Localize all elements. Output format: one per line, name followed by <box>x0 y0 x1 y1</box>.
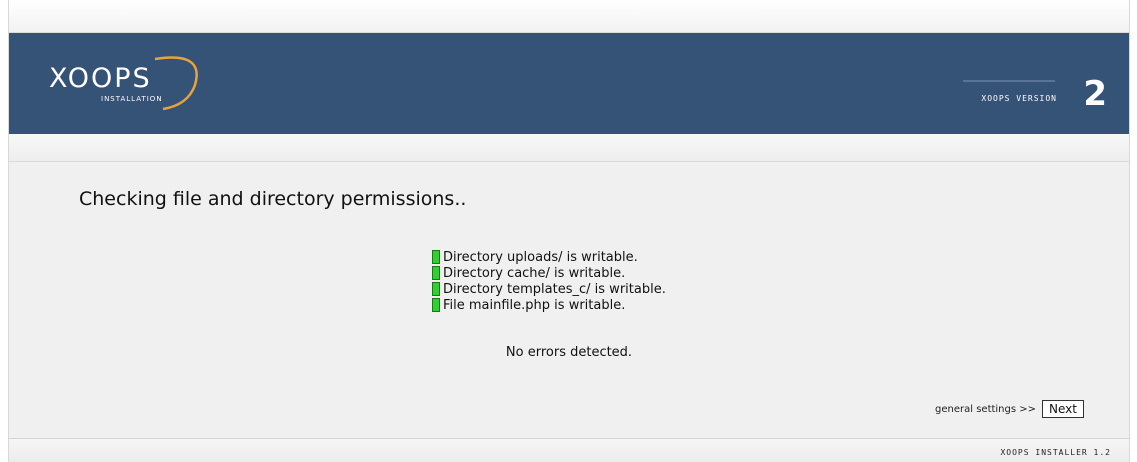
version-label: XOOPS VERSION <box>981 94 1057 103</box>
status-message: No errors detected. <box>505 345 633 360</box>
green-check-icon <box>432 298 440 312</box>
main-content: Checking file and directory permissions.… <box>9 162 1129 438</box>
next-step-area: general settings >> Next <box>935 400 1084 418</box>
check-item-text: Directory cache/ is writable. <box>443 265 626 281</box>
check-item: File mainfile.php is writable. <box>432 297 666 313</box>
page-title: Checking file and directory permissions.… <box>79 188 467 210</box>
green-check-icon <box>432 250 440 264</box>
version-number: 2 <box>1083 74 1107 114</box>
top-strip <box>9 0 1129 33</box>
check-item-text: Directory templates_c/ is writable. <box>443 281 666 297</box>
header-bottom-strip <box>9 134 1129 162</box>
installer-frame: XOOPS INSTALLATION XOOPS VERSION 2 Check… <box>8 0 1130 462</box>
check-item-text: Directory uploads/ is writable. <box>443 249 638 265</box>
logo-subtitle: INSTALLATION <box>101 95 163 103</box>
next-step-caption: general settings >> <box>935 403 1037 415</box>
version-divider <box>963 80 1055 82</box>
check-item: Directory cache/ is writable. <box>432 265 666 281</box>
check-item: Directory templates_c/ is writable. <box>432 281 666 297</box>
footer: XOOPS INSTALLER 1.2 <box>9 438 1129 462</box>
header-banner: XOOPS INSTALLATION XOOPS VERSION 2 <box>9 33 1129 134</box>
logo-text: XOOPS <box>49 63 152 94</box>
check-item: Directory uploads/ is writable. <box>432 249 666 265</box>
green-check-icon <box>432 266 440 280</box>
footer-text: XOOPS INSTALLER 1.2 <box>1000 448 1111 457</box>
next-button[interactable]: Next <box>1042 400 1084 418</box>
xoops-logo: XOOPS INSTALLATION <box>45 53 225 113</box>
version-badge: XOOPS VERSION 2 <box>963 74 1115 115</box>
green-check-icon <box>432 282 440 296</box>
check-item-text: File mainfile.php is writable. <box>443 297 626 313</box>
permission-check-list: Directory uploads/ is writable. Director… <box>432 249 666 313</box>
